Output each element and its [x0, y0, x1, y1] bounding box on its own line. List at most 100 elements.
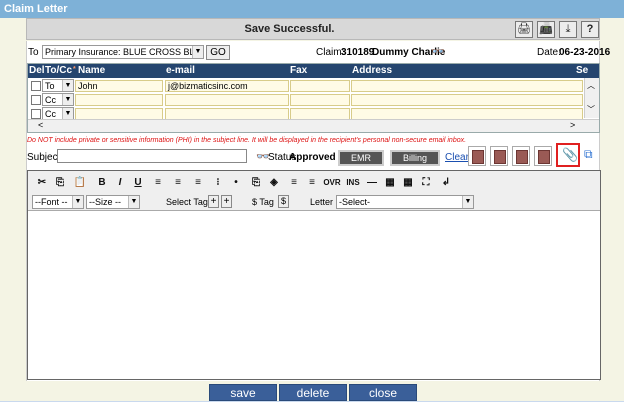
- align-center-icon[interactable]: ≡: [170, 176, 186, 190]
- delete-checkbox[interactable]: [31, 109, 41, 119]
- address-field[interactable]: [351, 80, 583, 92]
- status-value: Approved: [289, 152, 336, 163]
- format-icon[interactable]: ◈: [266, 176, 282, 190]
- font-select[interactable]: --Font -- ▼: [32, 195, 84, 209]
- chevron-down-icon[interactable]: ﹀: [587, 104, 595, 115]
- insert-mode-button[interactable]: INS: [344, 176, 362, 190]
- fax-field[interactable]: [290, 108, 350, 119]
- paste-icon[interactable]: 📋: [72, 176, 88, 190]
- copy-icon[interactable]: ⎘: [52, 176, 68, 190]
- align-right-icon[interactable]: ≡: [190, 176, 206, 190]
- chevron-down-icon: ▼: [128, 196, 139, 208]
- copy-icon[interactable]: ⧉: [584, 147, 593, 162]
- name-field[interactable]: [75, 108, 163, 119]
- letter-select[interactable]: -Select- ▼: [336, 195, 474, 209]
- billing-docs-button[interactable]: Billing Docs: [390, 150, 440, 175]
- delete-button[interactable]: delete: [279, 384, 347, 401]
- overwrite-button[interactable]: OVR: [321, 176, 343, 190]
- numbered-list-icon[interactable]: ⁝: [210, 176, 226, 190]
- tocc-value: Cc: [45, 95, 56, 105]
- fax-field[interactable]: [290, 80, 350, 92]
- date-value: 06-23-2016: [559, 47, 611, 58]
- col-se: Se: [576, 65, 589, 76]
- chevron-down-icon: ▼: [72, 196, 83, 208]
- emr-docs-button[interactable]: EMR Docs: [338, 150, 384, 175]
- editor-content-area[interactable]: [28, 212, 600, 379]
- attachment-button[interactable]: 📎: [556, 143, 580, 167]
- required-icon: *: [73, 66, 76, 73]
- name-field[interactable]: [75, 94, 163, 106]
- indent-icon[interactable]: ≡: [286, 176, 302, 190]
- go-button[interactable]: GO: [206, 45, 230, 60]
- col-tocc: To/Cc: [45, 65, 73, 76]
- tocc-select[interactable]: To ▼: [42, 79, 74, 92]
- download-icon[interactable]: ⤓: [559, 21, 577, 38]
- chevron-right-icon[interactable]: >: [570, 120, 575, 130]
- grid-icon[interactable]: ▦: [400, 176, 416, 190]
- size-select[interactable]: --Size -- ▼: [86, 195, 140, 209]
- letter-editor: ✂ ⎘ 📋 B I U ≡ ≡ ≡ ⁝ • ⎘ ◈ ≡ ≡ OVR INS — …: [27, 170, 601, 380]
- document-icon[interactable]: [490, 146, 508, 166]
- find-icon[interactable]: ⛶: [418, 176, 434, 190]
- insurance-select[interactable]: Primary Insurance: BLUE CROSS BLUE S ▼: [42, 45, 204, 59]
- cut-icon[interactable]: ✂: [34, 176, 50, 190]
- letter-panel: To Primary Insurance: BLUE CROSS BLUE S …: [26, 41, 610, 381]
- subject-row: Subject 👓 Status Approved EMR Docs Billi…: [27, 143, 601, 175]
- horizontal-scrollbar[interactable]: < >: [28, 119, 599, 132]
- print-icon[interactable]: 🖨: [515, 21, 533, 38]
- horizontal-rule-icon[interactable]: —: [364, 176, 380, 190]
- italic-button[interactable]: I: [112, 176, 128, 190]
- bullet-list-icon[interactable]: •: [228, 176, 244, 190]
- close-button[interactable]: close: [349, 384, 417, 401]
- fax-icon[interactable]: 📠: [537, 21, 555, 38]
- document-icon[interactable]: [468, 146, 486, 166]
- insert-icon[interactable]: ⎘: [248, 176, 264, 190]
- save-button[interactable]: save: [209, 384, 277, 401]
- table-row: Cc ▼: [28, 93, 599, 107]
- email-field[interactable]: [165, 94, 289, 106]
- letter-select-value: -Select-: [339, 197, 371, 207]
- status-message: Save Successful.: [244, 23, 335, 35]
- align-left-icon[interactable]: ≡: [150, 176, 166, 190]
- binoculars-icon[interactable]: 👓: [431, 45, 445, 58]
- window-title: Claim Letter: [0, 0, 624, 18]
- add-tag-button[interactable]: +: [208, 195, 219, 208]
- chevron-up-icon[interactable]: ︿: [587, 80, 595, 91]
- delete-checkbox[interactable]: [31, 95, 41, 105]
- subject-input[interactable]: [57, 149, 247, 163]
- bold-button[interactable]: B: [94, 176, 110, 190]
- chevron-down-icon: ▼: [192, 46, 203, 58]
- address-field[interactable]: [351, 108, 583, 119]
- email-field[interactable]: j@bizmaticsinc.com: [165, 80, 289, 92]
- paperclip-icon: 📎: [562, 147, 579, 162]
- phi-warning: Do NOT include private or sensitive info…: [27, 137, 467, 144]
- chevron-left-icon[interactable]: <: [38, 120, 43, 130]
- claim-letter-window: Claim Letter Save Successful. 🖨 📠 ⤓ ? To…: [0, 0, 624, 401]
- table-row: To ▼ John j@bizmaticsinc.com: [28, 79, 599, 93]
- action-bar: save delete close: [0, 381, 624, 401]
- tocc-value: Cc: [45, 109, 56, 119]
- email-field[interactable]: [165, 108, 289, 119]
- col-del: Del: [29, 65, 45, 76]
- delete-checkbox[interactable]: [31, 81, 41, 91]
- dollar-tag-button[interactable]: $: [278, 195, 289, 208]
- line-break-icon[interactable]: ↲: [438, 176, 454, 190]
- fax-field[interactable]: [290, 94, 350, 106]
- clear-link[interactable]: Clear: [445, 152, 469, 163]
- vertical-scrollbar[interactable]: ︿ ﹀: [584, 78, 599, 118]
- address-field[interactable]: [351, 94, 583, 106]
- chevron-down-icon: ▼: [62, 108, 73, 119]
- tocc-select[interactable]: Cc ▼: [42, 107, 74, 119]
- outdent-icon[interactable]: ≡: [304, 176, 320, 190]
- table-row: Cc ▼: [28, 107, 599, 119]
- name-field[interactable]: John: [75, 80, 163, 92]
- document-icon[interactable]: [534, 146, 552, 166]
- document-icon[interactable]: [512, 146, 530, 166]
- add-tag-button-2[interactable]: +: [221, 195, 232, 208]
- tocc-value: To: [45, 81, 55, 91]
- table-icon[interactable]: ▦: [382, 176, 398, 190]
- tocc-select[interactable]: Cc ▼: [42, 93, 74, 106]
- underline-button[interactable]: U: [130, 176, 146, 190]
- to-label: To: [28, 47, 39, 58]
- help-icon[interactable]: ?: [581, 21, 599, 38]
